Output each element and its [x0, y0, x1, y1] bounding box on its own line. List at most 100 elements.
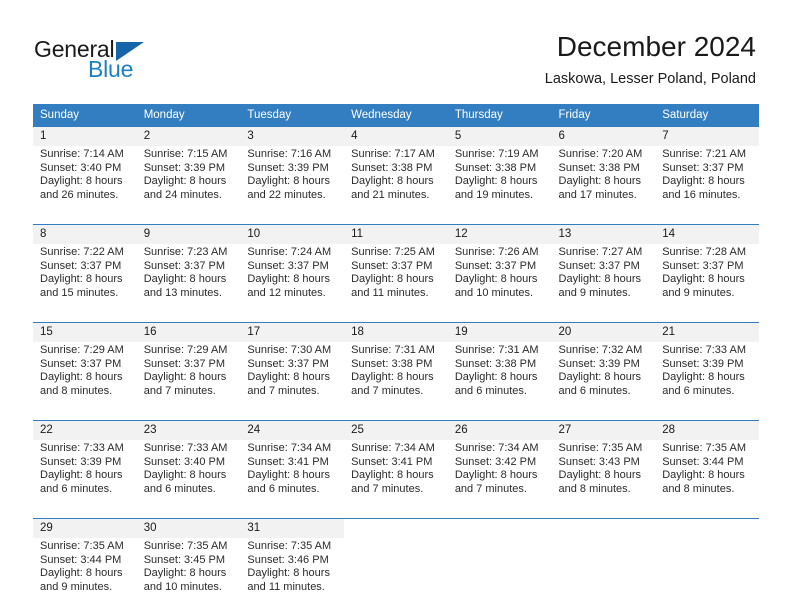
sunset-text: Sunset: 3:38 PM: [558, 161, 640, 174]
page-header: General Blue December 2024 Laskowa, Less…: [0, 0, 792, 100]
daylight-text-line1: Daylight: 8 hours: [143, 371, 227, 384]
sunset-text: Sunset: 3:37 PM: [662, 161, 744, 174]
daynum-cell[interactable]: 27: [551, 420, 656, 440]
sunrise-text: Sunrise: 7:17 AM: [351, 148, 435, 160]
day-detail-cell: Sunrise: 7:33 AM Sunset: 3:39 PM Dayligh…: [655, 342, 759, 421]
sunrise-text: Sunrise: 7:31 AM: [351, 344, 435, 356]
calendar-body: 1 2 3 4 5 6 7 Sunrise: 7:14 AM Sunset: 3…: [33, 127, 759, 616]
daynum-cell[interactable]: 22: [33, 420, 137, 440]
daynum-cell[interactable]: 15: [33, 322, 137, 342]
day-detail-cell: Sunrise: 7:30 AM Sunset: 3:37 PM Dayligh…: [240, 342, 345, 421]
day-detail-cell: Sunrise: 7:35 AM Sunset: 3:44 PM Dayligh…: [655, 440, 759, 519]
daynum-cell[interactable]: 4: [344, 127, 448, 146]
sunset-text: Sunset: 3:41 PM: [247, 455, 329, 468]
daylight-text-line2: and 19 minutes.: [454, 188, 534, 201]
page-location: Laskowa, Lesser Poland, Poland: [544, 71, 756, 87]
daylight-text-line2: and 8 minutes.: [558, 482, 631, 495]
day-detail-cell: Sunrise: 7:14 AM Sunset: 3:40 PM Dayligh…: [33, 146, 137, 225]
daylight-text-line1: Daylight: 8 hours: [247, 567, 330, 580]
day-detail-cell: Sunrise: 7:20 AM Sunset: 3:38 PM Dayligh…: [551, 146, 656, 225]
daylight-text-line1: Daylight: 8 hours: [662, 469, 745, 482]
sunset-text: Sunset: 3:37 PM: [40, 259, 122, 272]
sunrise-text: Sunrise: 7:29 AM: [40, 344, 124, 356]
daylight-text-line2: and 12 minutes.: [247, 286, 326, 299]
daylight-text-line1: Daylight: 8 hours: [40, 567, 123, 580]
day-detail-cell: Sunrise: 7:33 AM Sunset: 3:40 PM Dayligh…: [136, 440, 241, 519]
daynum-cell[interactable]: 12: [447, 224, 552, 244]
daylight-text-line2: and 13 minutes.: [143, 286, 222, 299]
daynum-cell[interactable]: 9: [136, 224, 241, 244]
daylight-text-line1: Daylight: 8 hours: [143, 567, 227, 580]
daylight-text-line2: and 9 minutes.: [558, 286, 631, 299]
sunset-text: Sunset: 3:37 PM: [143, 357, 226, 370]
day-detail-cell: Sunrise: 7:35 AM Sunset: 3:43 PM Dayligh…: [551, 440, 656, 519]
daynum-cell[interactable]: 29: [33, 518, 137, 538]
daylight-text-line1: Daylight: 8 hours: [351, 273, 434, 286]
daynum-cell[interactable]: 13: [551, 224, 656, 244]
sunrise-text: Sunrise: 7:34 AM: [247, 442, 332, 454]
daynum-cell[interactable]: 3: [240, 127, 345, 146]
daynum-cell[interactable]: 20: [551, 322, 656, 342]
daynum-cell[interactable]: 31: [240, 518, 345, 538]
daynum-cell[interactable]: 5: [447, 127, 552, 146]
sunset-text: Sunset: 3:37 PM: [247, 357, 329, 370]
brand-logo[interactable]: General Blue: [34, 36, 214, 84]
daylight-text-line1: Daylight: 8 hours: [454, 273, 538, 286]
daylight-text-line2: and 10 minutes.: [143, 580, 222, 593]
daynum-cell[interactable]: 7: [655, 127, 759, 146]
daynum-cell[interactable]: 2: [136, 127, 241, 146]
sunset-text: Sunset: 3:38 PM: [351, 357, 433, 370]
sunset-text: Sunset: 3:37 PM: [40, 357, 122, 370]
sunset-text: Sunset: 3:46 PM: [247, 553, 329, 566]
daynum-cell[interactable]: 25: [344, 420, 448, 440]
daynum-cell[interactable]: 21: [655, 322, 759, 342]
daynum-cell[interactable]: 19: [447, 322, 552, 342]
sunset-text: Sunset: 3:39 PM: [247, 161, 329, 174]
daynum-cell[interactable]: 16: [136, 322, 241, 342]
daynum-cell[interactable]: 14: [655, 224, 759, 244]
daylight-text-line2: and 6 minutes.: [558, 384, 631, 397]
daylight-text-line2: and 11 minutes.: [247, 580, 325, 593]
daynum-cell[interactable]: 6: [551, 127, 656, 146]
daynum-cell[interactable]: 10: [240, 224, 345, 244]
daylight-text-line2: and 7 minutes.: [351, 482, 424, 495]
title-block: December 2024 Laskowa, Lesser Poland, Po…: [545, 30, 756, 89]
daylight-text-line1: Daylight: 8 hours: [40, 469, 123, 482]
sunrise-text: Sunrise: 7:28 AM: [662, 246, 746, 258]
weekday-header-wednesday: Wednesday: [344, 104, 448, 127]
daylight-text-line1: Daylight: 8 hours: [247, 469, 330, 482]
week-3-details: Sunrise: 7:29 AM Sunset: 3:37 PM Dayligh…: [33, 342, 759, 421]
daynum-cell-empty: [551, 518, 656, 538]
sunset-text: Sunset: 3:40 PM: [40, 161, 122, 174]
sunrise-text: Sunrise: 7:35 AM: [143, 540, 228, 552]
daynum-cell[interactable]: 18: [344, 322, 448, 342]
daylight-text-line1: Daylight: 8 hours: [558, 273, 642, 286]
daylight-text-line1: Daylight: 8 hours: [143, 273, 227, 286]
sunset-text: Sunset: 3:37 PM: [454, 259, 537, 272]
daynum-cell[interactable]: 26: [447, 420, 552, 440]
daynum-cell[interactable]: 24: [240, 420, 345, 440]
brand-name-blue: Blue: [88, 56, 134, 82]
day-detail-cell: Sunrise: 7:16 AM Sunset: 3:39 PM Dayligh…: [240, 146, 345, 225]
daylight-text-line1: Daylight: 8 hours: [662, 175, 745, 188]
sunrise-text: Sunrise: 7:26 AM: [454, 246, 539, 258]
day-detail-cell: Sunrise: 7:31 AM Sunset: 3:38 PM Dayligh…: [344, 342, 448, 421]
daynum-cell[interactable]: 28: [655, 420, 759, 440]
daylight-text-line2: and 6 minutes.: [247, 482, 320, 495]
daynum-cell[interactable]: 11: [344, 224, 448, 244]
daylight-text-line2: and 7 minutes.: [351, 384, 424, 397]
day-detail-cell: Sunrise: 7:23 AM Sunset: 3:37 PM Dayligh…: [136, 244, 241, 323]
daynum-cell[interactable]: 23: [136, 420, 241, 440]
sunrise-text: Sunrise: 7:20 AM: [558, 148, 643, 160]
daynum-cell[interactable]: 1: [33, 127, 137, 146]
sunrise-text: Sunrise: 7:25 AM: [351, 246, 435, 258]
daynum-cell[interactable]: 17: [240, 322, 345, 342]
daynum-cell[interactable]: 8: [33, 224, 137, 244]
sunrise-text: Sunrise: 7:19 AM: [454, 148, 539, 160]
daynum-cell[interactable]: 30: [136, 518, 241, 538]
day-detail-cell: Sunrise: 7:29 AM Sunset: 3:37 PM Dayligh…: [33, 342, 137, 421]
week-2-daynumbers: 8 9 10 11 12 13 14: [33, 224, 759, 244]
daynum-cell-empty: [344, 518, 448, 538]
weekday-header-sunday: Sunday: [33, 104, 137, 127]
sunrise-text: Sunrise: 7:35 AM: [662, 442, 746, 454]
